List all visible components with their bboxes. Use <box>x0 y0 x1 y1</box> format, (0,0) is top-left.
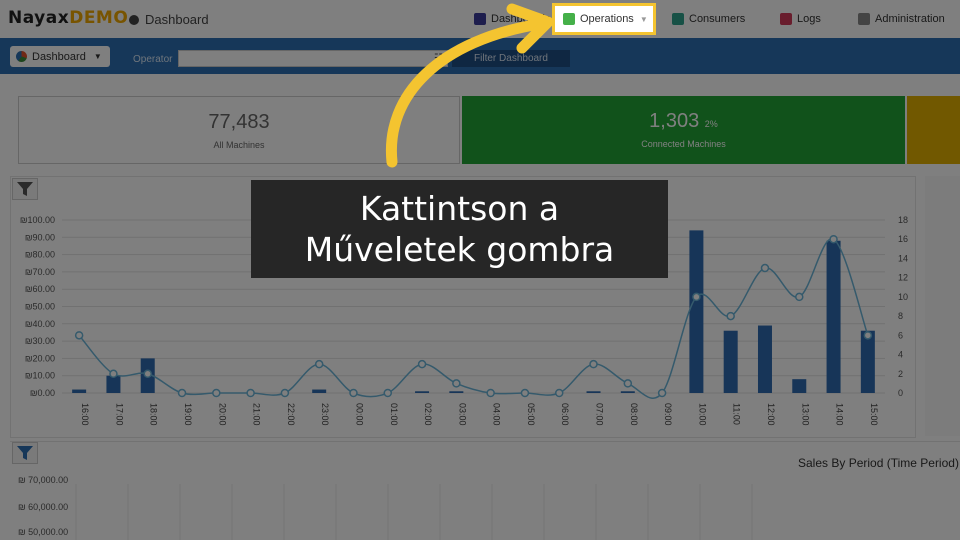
tutorial-callout: Kattintson a Műveletek gombra <box>251 180 668 278</box>
callout-line-1: Kattintson a <box>359 189 560 228</box>
callout-line-2: Műveletek gombra <box>304 230 615 269</box>
